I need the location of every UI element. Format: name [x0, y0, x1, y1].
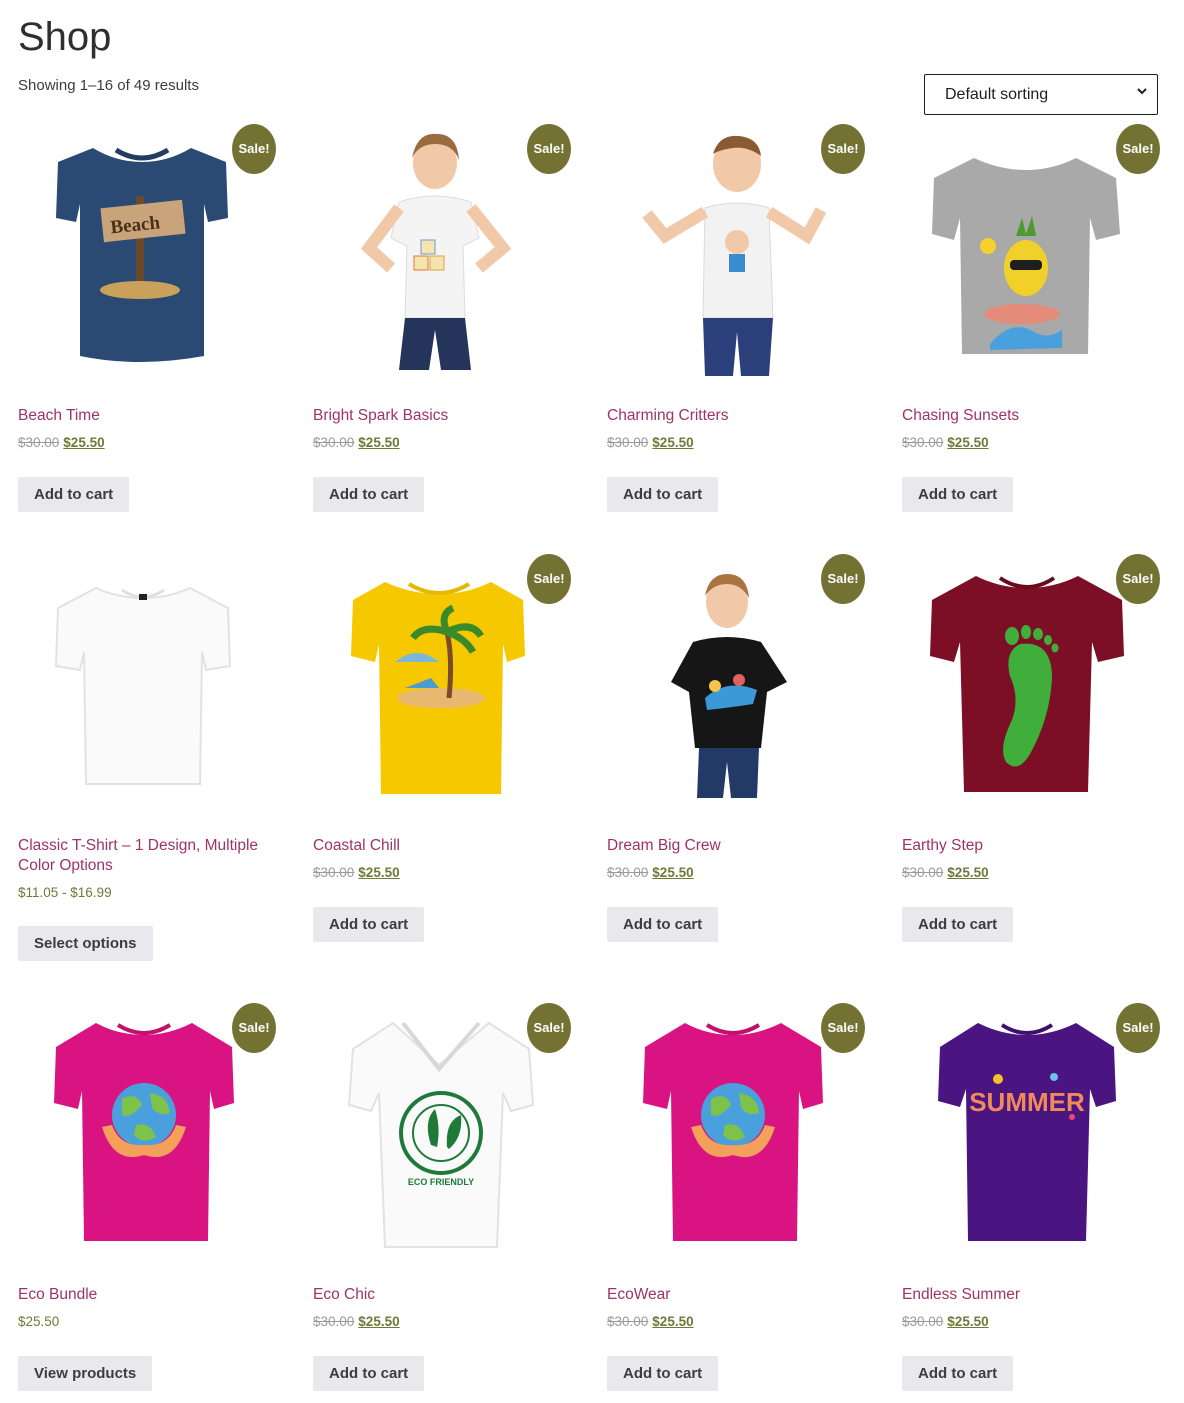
original-price: $30.00	[902, 1314, 944, 1329]
product-title[interactable]: Coastal Chill	[313, 836, 571, 856]
product-price: $25.50	[18, 1314, 59, 1329]
sale-badge: Sale!	[1116, 124, 1160, 174]
sale-price: $25.50	[63, 435, 105, 450]
view-products-button[interactable]: View products	[18, 1356, 153, 1391]
product-price: $11.05 - $16.99	[18, 885, 112, 900]
product-price: $30.00 $25.50	[902, 865, 989, 880]
add-to-cart-button[interactable]: Add to cart	[607, 907, 719, 942]
product-title[interactable]: Eco Chic	[313, 1285, 571, 1305]
summer-print-text: SUMMER	[969, 1087, 1085, 1117]
add-to-cart-button[interactable]: Add to cart	[313, 1356, 425, 1391]
product-title[interactable]: Eco Bundle	[18, 1285, 276, 1305]
product-title[interactable]: Classic T-Shirt – 1 Design, Multiple Col…	[18, 836, 276, 876]
product-image-link[interactable]	[18, 548, 276, 806]
product-title[interactable]: Endless Summer	[902, 1285, 1160, 1305]
original-price: $30.00	[607, 1314, 649, 1329]
add-to-cart-button[interactable]: Add to cart	[607, 1356, 719, 1391]
original-price: $30.00	[607, 865, 649, 880]
product-price: $30.00 $25.50	[607, 1314, 694, 1329]
product-title[interactable]: Chasing Sunsets	[902, 406, 1160, 426]
original-price: $30.00	[607, 435, 649, 450]
product-price: $30.00 $25.50	[902, 435, 989, 450]
product-price: $30.00 $25.50	[313, 1314, 400, 1329]
select-options-button[interactable]: Select options	[18, 926, 153, 961]
sale-badge: Sale!	[232, 124, 276, 174]
original-price: $30.00	[313, 1314, 355, 1329]
chevron-down-icon	[1137, 88, 1147, 95]
add-to-cart-button[interactable]: Add to cart	[902, 1356, 1014, 1391]
price-range: $11.05 - $16.99	[18, 885, 112, 900]
sale-badge: Sale!	[527, 1003, 571, 1053]
add-to-cart-button[interactable]: Add to cart	[313, 477, 425, 512]
add-to-cart-button[interactable]: Add to cart	[18, 477, 130, 512]
product-title[interactable]: Beach Time	[18, 406, 276, 426]
sale-price: $25.50	[652, 865, 694, 880]
sale-badge: Sale!	[821, 554, 865, 604]
sale-price: $25.50	[652, 1314, 694, 1329]
sale-badge: Sale!	[821, 1003, 865, 1053]
add-to-cart-button[interactable]: Add to cart	[902, 907, 1014, 942]
product-price: $30.00 $25.50	[313, 865, 400, 880]
sale-badge: Sale!	[1116, 554, 1160, 604]
page-title: Shop	[18, 15, 112, 59]
result-count: Showing 1–16 of 49 results	[18, 77, 199, 94]
sale-badge: Sale!	[1116, 1003, 1160, 1053]
product-title[interactable]: Dream Big Crew	[607, 836, 865, 856]
sale-badge: Sale!	[527, 554, 571, 604]
eco-friendly-stamp-text: ECO FRIENDLY	[408, 1177, 474, 1187]
add-to-cart-button[interactable]: Add to cart	[313, 907, 425, 942]
sale-badge: Sale!	[821, 124, 865, 174]
sale-badge: Sale!	[527, 124, 571, 174]
original-price: $30.00	[902, 435, 944, 450]
add-to-cart-button[interactable]: Add to cart	[902, 477, 1014, 512]
product-image	[54, 586, 232, 785]
product-price: $30.00 $25.50	[607, 435, 694, 450]
original-price: $30.00	[313, 865, 355, 880]
sorting-select[interactable]: Default sorting	[924, 74, 1158, 115]
product-title[interactable]: Earthy Step	[902, 836, 1160, 856]
product-title[interactable]: EcoWear	[607, 1285, 865, 1305]
product-price: $30.00 $25.50	[902, 1314, 989, 1329]
product-price-value: $25.50	[18, 1314, 60, 1329]
sale-price: $25.50	[358, 435, 400, 450]
product-price: $30.00 $25.50	[607, 865, 694, 880]
original-price: $30.00	[313, 435, 355, 450]
sale-price: $25.50	[652, 435, 694, 450]
sale-price: $25.50	[358, 1314, 400, 1329]
product-title[interactable]: Bright Spark Basics	[313, 406, 571, 426]
sorting-selected-value: Default sorting	[945, 86, 1049, 103]
product-price: $30.00 $25.50	[18, 435, 105, 450]
sale-price: $25.50	[947, 435, 989, 450]
original-price: $30.00	[18, 435, 60, 450]
add-to-cart-button[interactable]: Add to cart	[607, 477, 719, 512]
sale-price: $25.50	[947, 1314, 989, 1329]
product-title[interactable]: Charming Critters	[607, 406, 865, 426]
sale-price: $25.50	[358, 865, 400, 880]
product-price: $30.00 $25.50	[313, 435, 400, 450]
sale-price: $25.50	[947, 865, 989, 880]
sale-badge: Sale!	[232, 1003, 276, 1053]
original-price: $30.00	[902, 865, 944, 880]
